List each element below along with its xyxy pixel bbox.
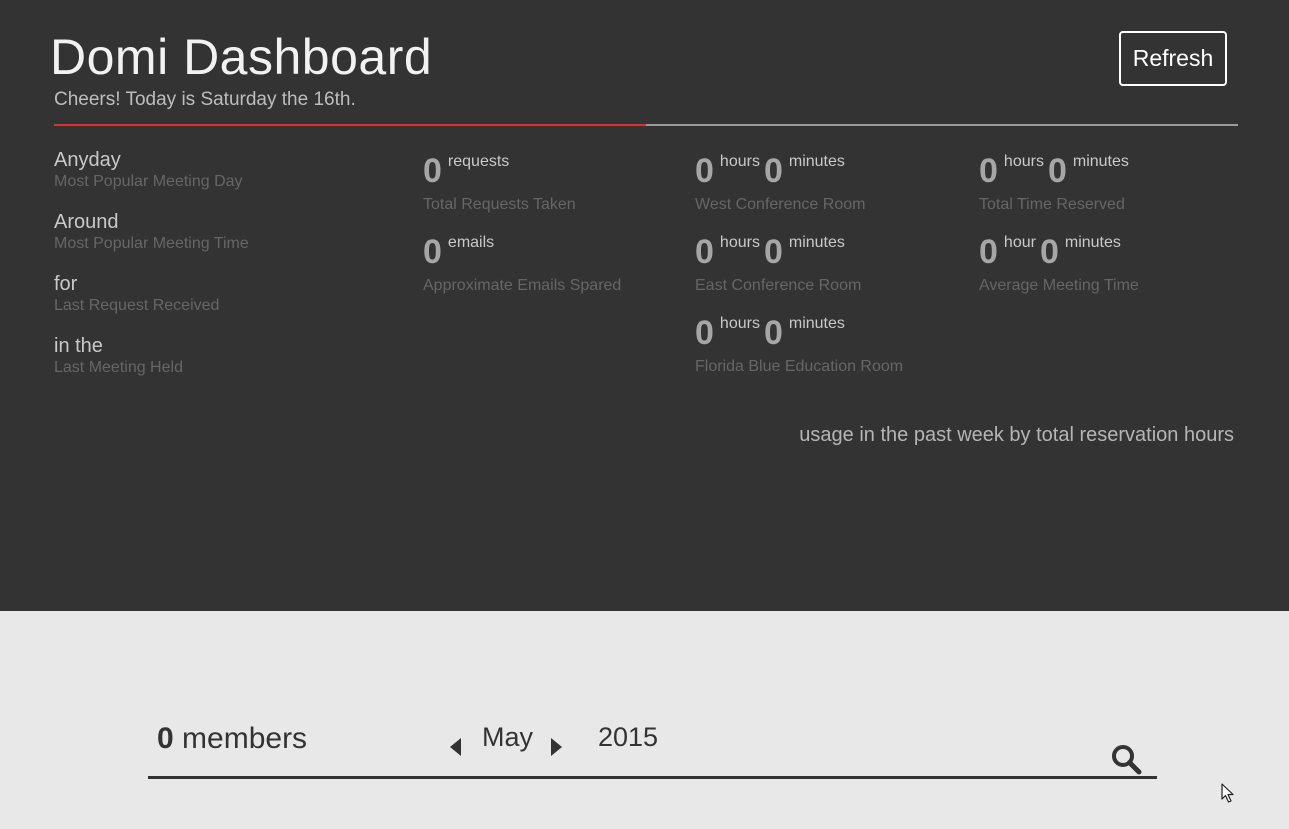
search-icon[interactable]	[1110, 743, 1142, 775]
metric-label: East Conference Room	[695, 277, 862, 294]
metric-minutes: 0	[763, 233, 783, 271]
stat-value: Anyday	[54, 149, 121, 171]
metric-label: Average Meeting Time	[979, 277, 1139, 294]
metric-hours-unit: hour	[1003, 234, 1036, 251]
metric-number: 0	[423, 152, 442, 190]
filter-bar-underline	[148, 776, 1157, 779]
metric-label: Total Requests Taken	[423, 196, 576, 213]
metric-average-time: 0 hour 0 minutes Average Meeting Time	[979, 233, 1139, 296]
metric-minutes: 0	[763, 314, 783, 352]
year-value: 2015	[598, 722, 659, 752]
metric-hours: 0	[979, 233, 998, 271]
stat-popular-time: Around Most Popular Meeting Time	[54, 210, 249, 254]
metric-number: 0	[423, 233, 442, 271]
usage-caption: usage in the past week by total reservat…	[799, 424, 1234, 446]
month-value: May	[482, 722, 534, 752]
metric-hours-unit: hours	[719, 315, 760, 332]
metric-minutes-unit: minutes	[788, 315, 845, 332]
metric-hours: 0	[695, 152, 714, 190]
members-label: members	[182, 722, 308, 755]
metric-hours: 0	[979, 152, 998, 190]
mouse-pointer-icon	[1221, 783, 1234, 803]
metric-label: West Conference Room	[695, 196, 866, 213]
stat-last-meeting: in the Last Meeting Held	[54, 334, 183, 378]
stat-value: in the	[54, 335, 103, 357]
metric-emails: 0 emails Approximate Emails Spared	[423, 233, 621, 296]
refresh-button[interactable]: Refresh	[1119, 31, 1227, 86]
members-count: 0 members	[157, 722, 307, 756]
metric-minutes: 0	[1039, 233, 1059, 271]
metric-minutes-unit: minutes	[788, 153, 845, 170]
header-divider	[54, 124, 1238, 126]
stat-last-request: for Last Request Received	[54, 272, 219, 316]
metric-florida-room: 0 hours 0 minutes Florida Blue Education Ro…	[695, 314, 903, 377]
metric-hours-unit: hours	[1003, 153, 1044, 170]
metric-minutes: 0	[763, 152, 783, 190]
stat-label: Last Meeting Held	[54, 359, 183, 376]
stat-popular-day: Anyday Most Popular Meeting Day	[54, 148, 243, 192]
stat-value: Around	[54, 211, 119, 233]
stat-label: Last Request Received	[54, 297, 220, 314]
metric-minutes-unit: minutes	[1064, 234, 1121, 251]
metric-minutes-unit: minutes	[1072, 153, 1129, 170]
triangle-right-icon[interactable]	[551, 738, 562, 756]
members-number: 0	[157, 722, 174, 755]
dashboard-header-panel: Domi Dashboard Cheers! Today is Saturday…	[0, 0, 1289, 611]
metric-minutes-unit: minutes	[788, 234, 845, 251]
metric-west-room: 0 hours 0 minutes West Conference Room	[695, 152, 865, 215]
metric-requests: 0 requests Total Requests Taken	[423, 152, 576, 215]
date-greeting: Cheers! Today is Saturday the 16th.	[54, 89, 356, 110]
stat-label: Most Popular Meeting Day	[54, 173, 243, 190]
metric-label: Florida Blue Education Room	[695, 358, 904, 375]
metric-hours: 0	[695, 233, 714, 271]
metric-hours-unit: hours	[719, 234, 760, 251]
metric-east-room: 0 hours 0 minutes East Conference Room	[695, 233, 861, 296]
metric-label: Approximate Emails Spared	[423, 277, 622, 294]
metric-hours: 0	[695, 314, 714, 352]
progress-line	[54, 124, 646, 126]
metric-hours-unit: hours	[719, 153, 760, 170]
metric-unit: emails	[447, 234, 495, 251]
page-title: Domi Dashboard	[50, 29, 433, 85]
stat-label: Most Popular Meeting Time	[54, 235, 249, 252]
metric-minutes: 0	[1047, 152, 1067, 190]
metric-unit: requests	[447, 153, 510, 170]
stat-value: for	[54, 273, 78, 295]
triangle-left-icon[interactable]	[450, 738, 461, 756]
metric-label: Total Time Reserved	[979, 196, 1125, 213]
metric-total-time: 0 hours 0 minutes Total Time Reserved	[979, 152, 1133, 215]
